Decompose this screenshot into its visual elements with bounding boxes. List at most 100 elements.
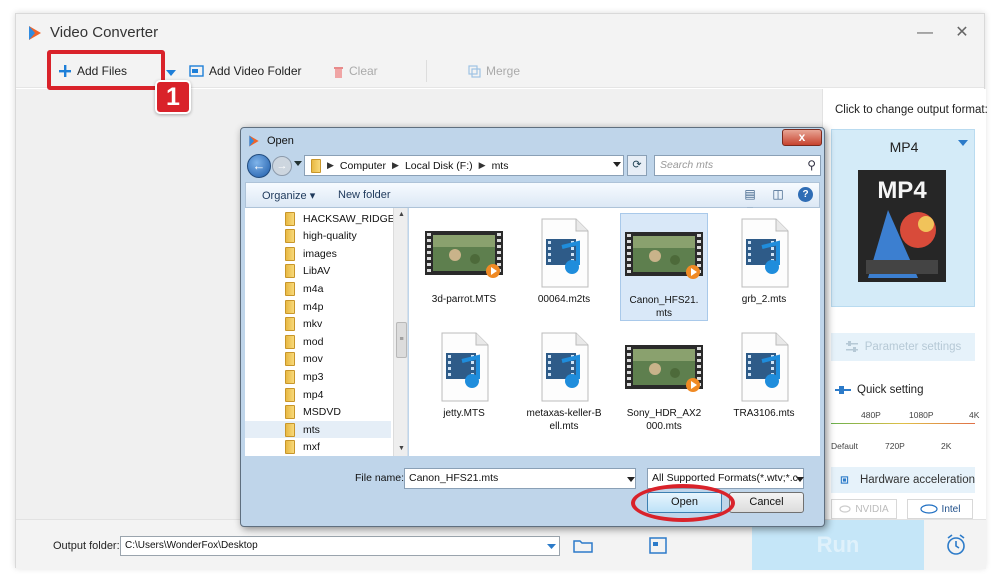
nvidia-logo-icon [839, 505, 851, 513]
address-bar[interactable]: ▶ Computer ▶ Local Disk (F:) ▶ mts [304, 155, 624, 176]
folder-tree-scrollbar[interactable]: ▲ ≡ ▼ [393, 208, 407, 456]
refresh-icon[interactable]: ⟳ [627, 155, 647, 176]
search-placeholder: Search mts [660, 159, 714, 171]
open-output-folder-icon[interactable] [649, 537, 667, 554]
file-name: 00064.m2ts [537, 294, 591, 305]
change-view-icon[interactable]: ▤ ▾ [742, 186, 758, 217]
output-format-name: MP4 [889, 139, 919, 155]
file-name-input[interactable]: Canon_HFS21.mts [404, 468, 636, 489]
folder-tree-item[interactable]: mov [285, 351, 323, 368]
organize-menu[interactable]: Organize ▾ [262, 189, 315, 202]
quality-slider[interactable] [831, 423, 975, 424]
file-item[interactable]: metaxas-keller-Bell.mts [520, 327, 608, 435]
res-label-720p: 720P [885, 441, 905, 451]
folder-tree-item[interactable]: mod [285, 333, 323, 350]
folder-name: HACKSAW_RIDGE [303, 212, 395, 225]
parameter-settings-button[interactable]: Parameter settings [831, 333, 975, 361]
breadcrumb-computer[interactable]: Computer [340, 160, 386, 172]
folder-tree-item[interactable]: mts [245, 421, 391, 439]
scroll-down-icon[interactable]: ▼ [394, 442, 407, 456]
intel-label: Intel [941, 503, 961, 515]
folder-icon [285, 229, 295, 244]
alarm-clock-icon[interactable] [946, 534, 966, 556]
file-item[interactable]: TRA3106.mts [720, 327, 808, 435]
cancel-button[interactable]: Cancel [729, 492, 804, 513]
breadcrumb-separator-icon: ▶ [327, 160, 334, 170]
address-folder-icon [311, 158, 321, 173]
output-folder-dropdown-icon[interactable] [543, 537, 559, 555]
output-format-selector[interactable]: MP4 MP4 [831, 129, 975, 307]
scroll-thumb[interactable]: ≡ [396, 322, 407, 358]
hardware-acceleration-button[interactable]: Hardware acceleration [831, 467, 975, 493]
add-files-dropdown-icon[interactable] [166, 70, 176, 76]
folder-tree-item[interactable]: MSDVD [285, 404, 341, 421]
file-item[interactable]: grb_2.mts [720, 213, 808, 321]
view-controls: ▤ ▾ ◫ ? [742, 186, 813, 217]
video-thumbnail-icon [621, 214, 707, 294]
file-item[interactable]: Sony_HDR_AX2000.mts [620, 327, 708, 435]
back-arrow-icon[interactable]: ← [247, 154, 271, 178]
res-label-2k: 2K [941, 441, 952, 451]
folder-tree-item[interactable]: HACKSAW_RIDGE [285, 210, 395, 227]
res-label-480p: 480P [861, 410, 881, 420]
folder-tree-item[interactable]: m4a [285, 280, 323, 297]
search-input[interactable]: Search mts ⚲ [654, 155, 821, 176]
file-item[interactable]: Canon_HFS21.mts [620, 213, 708, 321]
file-name-dropdown-icon[interactable] [627, 477, 635, 482]
forward-arrow-icon[interactable]: → [272, 156, 292, 176]
file-item[interactable]: 3d-parrot.MTS [420, 213, 508, 321]
merge-button[interactable]: Merge [468, 62, 520, 80]
file-name: 3d-parrot.MTS [431, 294, 497, 305]
folder-name: mod [303, 335, 324, 348]
folder-name: high-quality [303, 230, 357, 243]
breadcrumb-local-disk[interactable]: Local Disk (F:) [405, 160, 473, 172]
folder-tree-item[interactable]: mp4 [285, 386, 323, 403]
folder-tree-item[interactable]: mp3 [285, 368, 323, 385]
dialog-title: Open [267, 135, 294, 147]
folder-tree-item[interactable]: m4p [285, 298, 323, 315]
folder-icon [285, 405, 295, 420]
breadcrumb-mts[interactable]: mts [492, 160, 509, 172]
video-file-icon [520, 327, 608, 407]
folder-tree-item[interactable]: mkv [285, 316, 322, 333]
dialog-close-button[interactable]: x [782, 129, 822, 146]
folder-tree-item[interactable]: LibAV [285, 263, 330, 280]
history-dropdown-icon[interactable] [294, 161, 302, 166]
folder-icon [285, 387, 295, 402]
scroll-up-icon[interactable]: ▲ [394, 208, 407, 222]
add-video-folder-button[interactable]: Add Video Folder [189, 62, 302, 80]
clear-button[interactable]: Clear [333, 62, 378, 80]
folder-tree-item[interactable]: high-quality [285, 228, 357, 245]
preview-pane-icon[interactable]: ◫ [770, 186, 786, 202]
file-item[interactable]: 00064.m2ts [520, 213, 608, 321]
address-dropdown-icon[interactable] [613, 162, 621, 167]
minimize-button[interactable]: — [914, 22, 936, 44]
folder-name: MSDVD [303, 406, 341, 419]
trash-icon [334, 66, 343, 78]
run-button[interactable]: Run [752, 520, 924, 570]
file-name: Canon_HFS21.mts [629, 295, 699, 319]
help-icon[interactable]: ? [798, 186, 813, 202]
app-logo-icon [29, 26, 41, 40]
open-file-dialog: Open x ← → ▶ Computer ▶ Local Disk (F:) … [240, 127, 825, 527]
folder-icon [285, 281, 295, 296]
output-folder-input[interactable]: C:\Users\WonderFox\Desktop [120, 536, 560, 556]
folder-name: LibAV [303, 265, 331, 278]
folder-name: mkv [303, 318, 323, 331]
file-item[interactable]: jetty.MTS [420, 327, 508, 435]
folder-tree: HACKSAW_RIDGE high-quality images LibAV m4a m… [245, 208, 408, 456]
search-icon[interactable]: ⚲ [807, 158, 816, 172]
intel-option[interactable]: Intel [907, 499, 973, 519]
open-button-highlight [631, 484, 735, 522]
file-type-dropdown-icon[interactable] [796, 477, 804, 482]
new-folder-button[interactable]: New folder [338, 189, 391, 201]
file-browser: 3d-parrot.MTS 00064.m2ts Canon_HFS21.mts gr… [409, 208, 820, 456]
folder-icon [285, 246, 295, 261]
folder-icon [285, 440, 295, 455]
sliders-icon [845, 341, 858, 352]
close-button[interactable]: ✕ [951, 22, 973, 44]
nvidia-option[interactable]: NVIDIA [831, 499, 897, 519]
browse-folder-icon[interactable] [573, 538, 593, 553]
folder-tree-item[interactable]: mxf [285, 439, 320, 456]
folder-tree-item[interactable]: images [285, 245, 337, 262]
